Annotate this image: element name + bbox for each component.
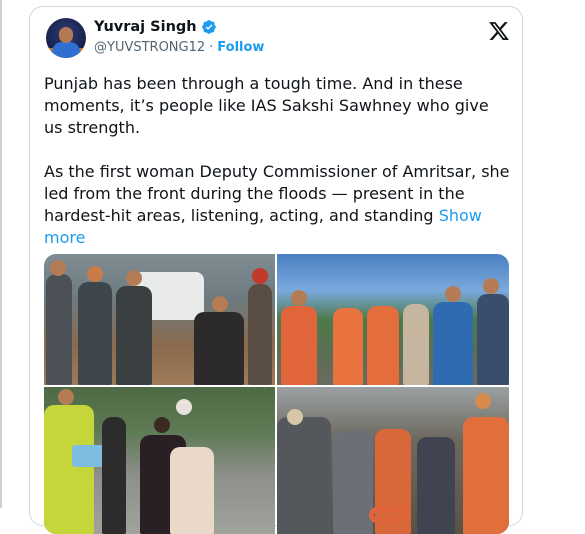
tweet-text: Punjab has been through a tough time. An… bbox=[44, 73, 512, 249]
follow-button[interactable]: Follow bbox=[217, 40, 264, 55]
media-photo-2[interactable] bbox=[277, 254, 509, 385]
separator-dot: · bbox=[209, 40, 214, 55]
tweet-paragraph-1: Punjab has been through a tough time. An… bbox=[44, 74, 489, 137]
author-row: Yuvraj Singh bbox=[94, 19, 217, 35]
author-handle[interactable]: @YUVSTRONG12 bbox=[94, 40, 205, 55]
x-logo-icon[interactable] bbox=[488, 20, 510, 42]
verified-badge-icon bbox=[201, 20, 216, 34]
avatar[interactable] bbox=[46, 18, 86, 58]
tweet-card[interactable]: Yuvraj Singh @YUVSTRONG12 · Follow Punja… bbox=[29, 6, 523, 534]
author-name[interactable]: Yuvraj Singh bbox=[94, 19, 197, 35]
tweet-paragraph-2: As the first woman Deputy Commissioner o… bbox=[44, 161, 512, 249]
media-grid bbox=[44, 254, 509, 534]
media-photo-4[interactable] bbox=[277, 387, 509, 534]
handle-row: @YUVSTRONG12 · Follow bbox=[94, 40, 264, 55]
window-edge bbox=[0, 0, 2, 508]
media-photo-3[interactable] bbox=[44, 387, 275, 534]
media-photo-1[interactable] bbox=[44, 254, 275, 385]
